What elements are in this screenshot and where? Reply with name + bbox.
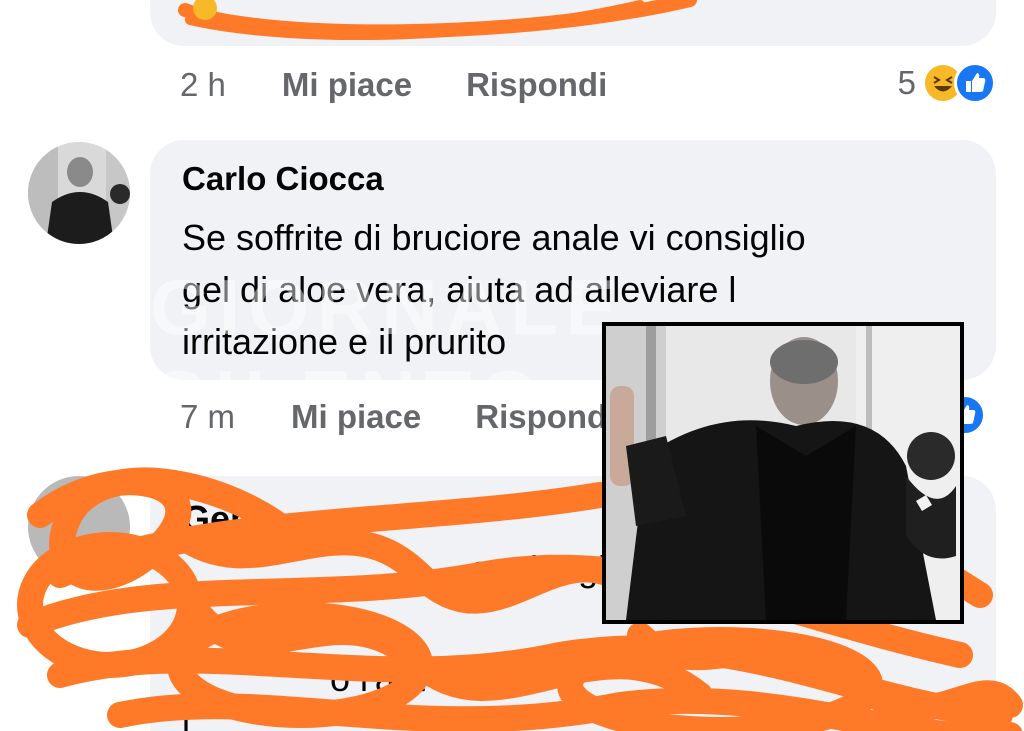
- like-link[interactable]: Mi piace: [291, 398, 421, 436]
- comment-line: aggiungi: [470, 548, 607, 589]
- comment-line: Se soffrite di bruciore anale vi consigl…: [182, 217, 806, 258]
- comment-time: 2 h: [180, 66, 226, 103]
- reaction-count: 5: [897, 64, 916, 101]
- previous-comment-bubble: [150, 0, 996, 46]
- previous-comment-actions: 2 h Mi piace Rispondi: [180, 66, 661, 104]
- avatar[interactable]: [28, 142, 130, 244]
- comment-author[interactable]: Carlo Ciocca: [182, 160, 384, 198]
- reply-link[interactable]: Rispondi: [466, 66, 607, 104]
- comment-line: o l'aut azion: [330, 658, 522, 699]
- comment-author: Genn: [182, 498, 275, 539]
- comment-actions: 7 m Mi piace Rispondi: [180, 398, 670, 436]
- avatar[interactable]: [28, 476, 130, 578]
- comment-line: gel di aloe vera, aiuta ad alleviare l: [182, 269, 737, 310]
- like-icon: [954, 62, 996, 104]
- inset-photo: [602, 322, 964, 624]
- comment-time: 7 m: [180, 398, 236, 435]
- facebook-comments-screenshot: 2 h Mi piace Rispondi 5 Carlo Ciocca Se …: [0, 0, 1024, 731]
- reaction-summary[interactable]: 5: [898, 62, 996, 104]
- like-link[interactable]: Mi piace: [282, 66, 412, 104]
- reply-link[interactable]: Rispondi: [475, 398, 616, 436]
- comment-line: l': [182, 700, 197, 731]
